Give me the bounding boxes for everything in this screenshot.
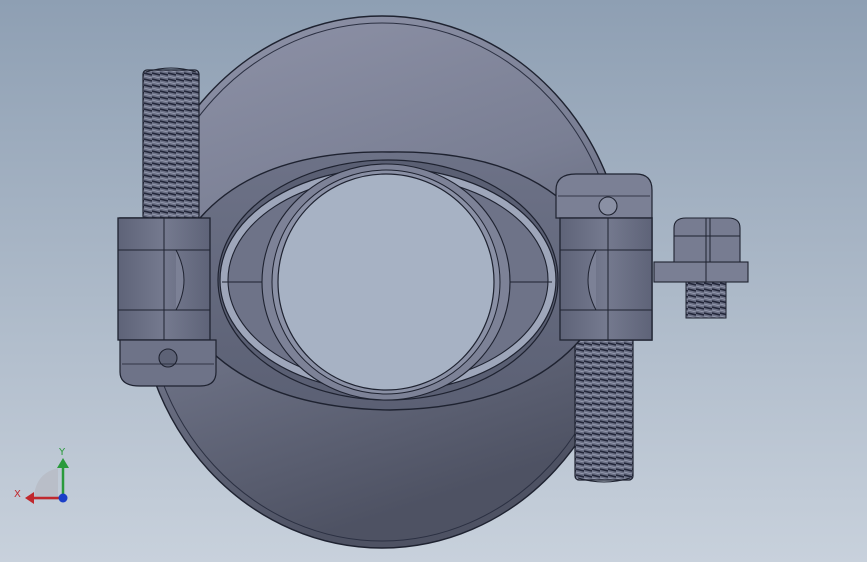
x-axis-label: X xyxy=(14,489,21,500)
coordinate-triad: Y X xyxy=(14,447,69,504)
triad-plane xyxy=(34,468,58,500)
graphics-viewport[interactable]: Y X xyxy=(0,0,867,562)
x-axis-arrow-icon xyxy=(25,492,34,504)
z-axis-icon xyxy=(58,493,68,503)
y-axis-label: Y xyxy=(58,447,66,458)
y-axis-arrow-icon xyxy=(57,458,69,468)
